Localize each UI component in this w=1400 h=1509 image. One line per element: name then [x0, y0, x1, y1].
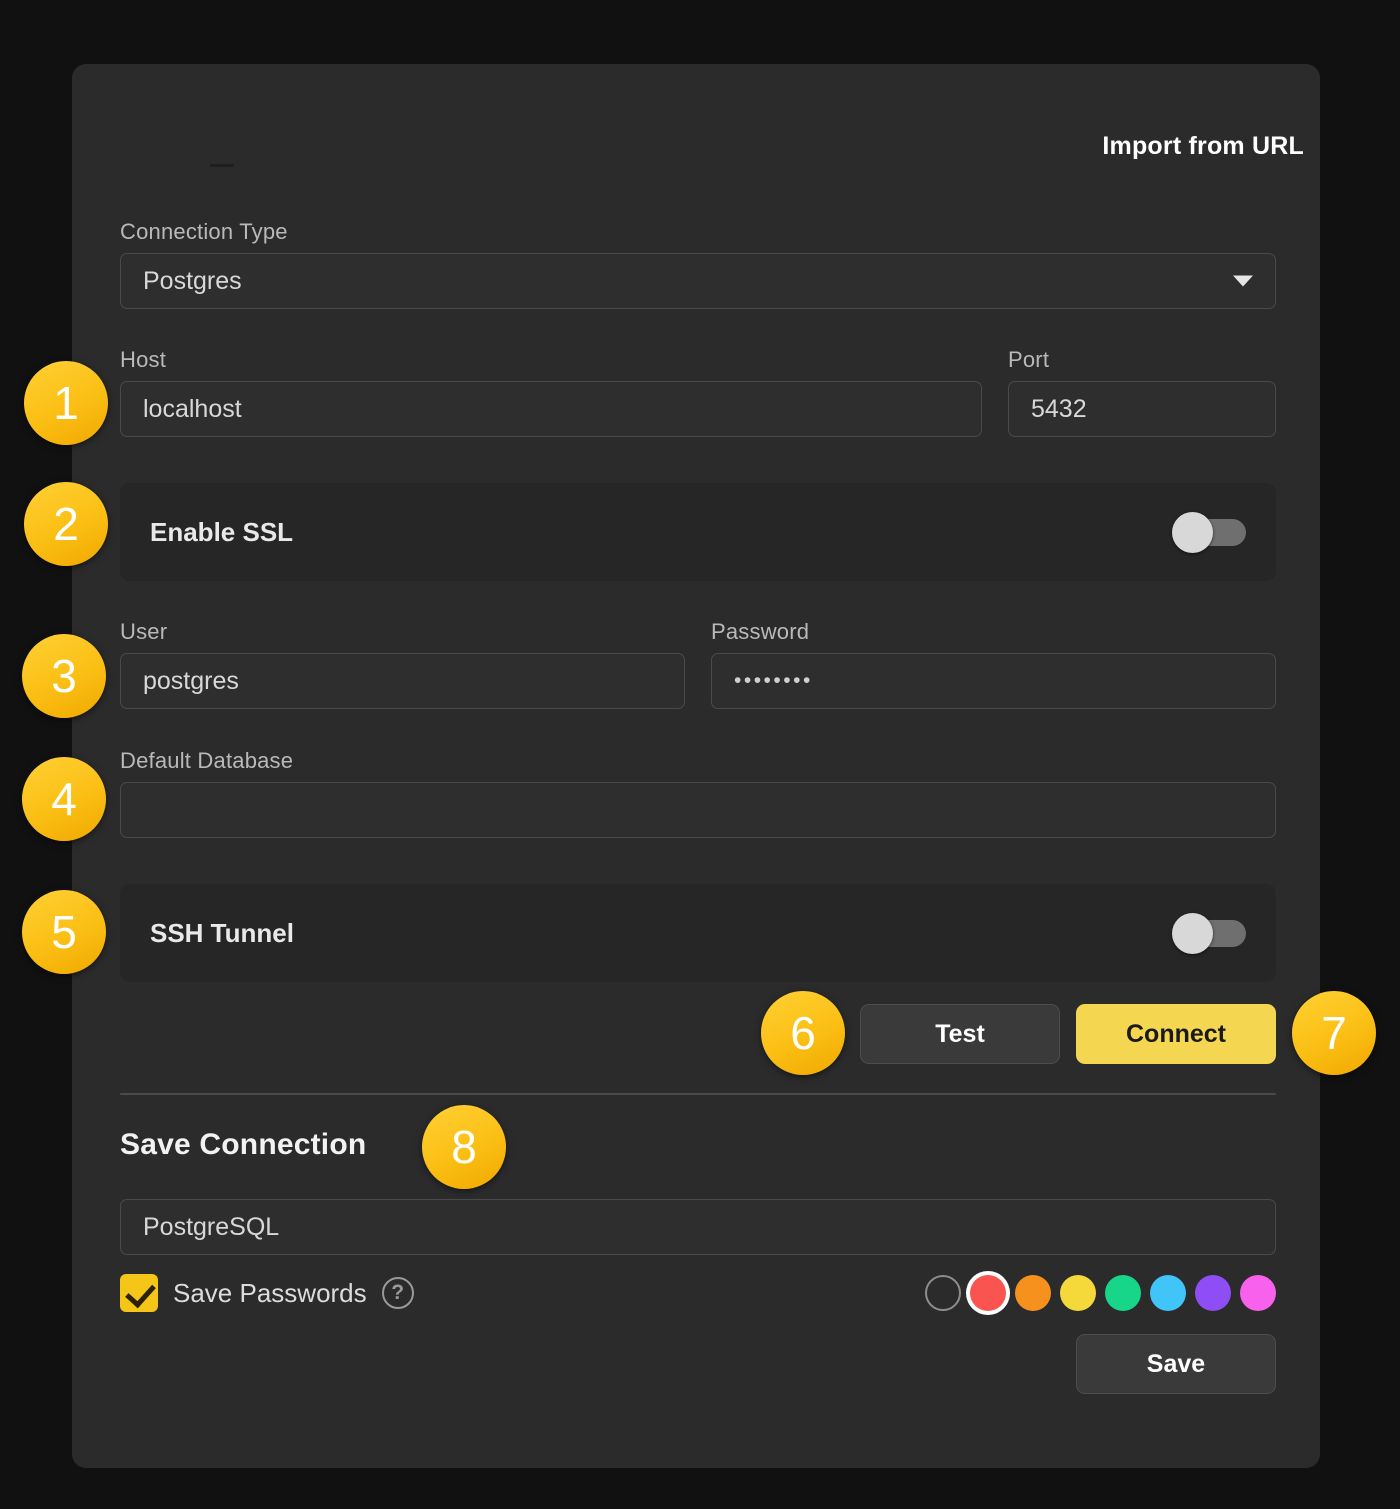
annotation-badge-1: 1 [24, 361, 108, 445]
annotation-badge-7: 7 [1292, 991, 1376, 1075]
default-database-input[interactable] [120, 782, 1276, 838]
color-swatch-none[interactable] [925, 1275, 961, 1311]
color-swatch-red[interactable] [970, 1275, 1006, 1311]
connection-name-field: PostgreSQL [120, 1199, 1276, 1255]
default-database-field: Default Database [120, 748, 1276, 838]
password-input[interactable]: •••••••• [711, 653, 1276, 709]
port-value: 5432 [1031, 394, 1087, 423]
import-from-url-link[interactable]: Import from URL [1102, 132, 1304, 161]
section-divider [120, 1093, 1276, 1095]
user-password-row: User postgres Password •••••••• [120, 619, 1276, 709]
connection-type-label: Connection Type [120, 219, 288, 244]
save-button[interactable]: Save [1076, 1334, 1276, 1394]
user-label: User [120, 619, 168, 644]
port-label: Port [1008, 347, 1050, 372]
chevron-down-icon [1233, 275, 1253, 287]
ssh-tunnel-toggle-row[interactable]: SSH Tunnel [120, 884, 1276, 982]
host-value: localhost [143, 394, 242, 423]
annotation-badge-3: 3 [22, 634, 106, 718]
color-swatch-purple[interactable] [1195, 1275, 1231, 1311]
screen: Import from URL Connection Type Postgres… [0, 0, 1400, 1509]
host-field: Host localhost [120, 347, 982, 437]
host-port-row: Host localhost Port 5432 [120, 347, 1276, 437]
connection-name-input[interactable]: PostgreSQL [120, 1199, 1276, 1255]
password-label: Password [711, 619, 810, 644]
color-swatch-magenta[interactable] [1240, 1275, 1276, 1311]
user-input[interactable]: postgres [120, 653, 685, 709]
password-value: •••••••• [734, 669, 813, 692]
connect-button[interactable]: Connect [1076, 1004, 1276, 1064]
save-connection-title: Save Connection [120, 1128, 367, 1161]
host-input[interactable]: localhost [120, 381, 982, 437]
port-field: Port 5432 [1008, 347, 1276, 437]
ssh-tunnel-row: SSH Tunnel [120, 884, 1276, 982]
test-button[interactable]: Test [860, 1004, 1060, 1064]
save-passwords-group: Save Passwords ? [120, 1274, 414, 1312]
enable-ssl-label: Enable SSL [150, 516, 294, 547]
question-mark-icon[interactable]: ? [381, 1277, 414, 1309]
connection-name-value: PostgreSQL [143, 1212, 280, 1241]
annotation-badge-8: 8 [422, 1105, 506, 1189]
toggle-knob [1172, 512, 1213, 553]
port-input[interactable]: 5432 [1008, 381, 1276, 437]
enable-ssl-row: Enable SSL [120, 483, 1276, 581]
save-connection-header: Save Connection [120, 1128, 1276, 1162]
connection-type-field: Connection Type Postgres [120, 219, 1276, 309]
password-field: Password •••••••• [711, 619, 1276, 709]
annotation-badge-6: 6 [761, 991, 845, 1075]
connection-type-value: Postgres [143, 266, 242, 295]
default-database-label: Default Database [120, 748, 294, 773]
annotation-badge-4: 4 [22, 757, 106, 841]
user-field: User postgres [120, 619, 685, 709]
color-swatch-green[interactable] [1105, 1275, 1141, 1311]
annotation-badge-5: 5 [22, 890, 106, 974]
annotation-badge-2: 2 [24, 482, 108, 566]
user-value: postgres [143, 666, 239, 695]
color-swatch-orange[interactable] [1015, 1275, 1051, 1311]
connection-type-select[interactable]: Postgres [120, 253, 1276, 309]
ssh-tunnel-label: SSH Tunnel [150, 917, 294, 948]
toggle-knob [1172, 913, 1213, 954]
action-buttons-row: Test Connect [120, 1004, 1276, 1064]
save-passwords-checkbox[interactable] [120, 1274, 158, 1312]
enable-ssl-toggle[interactable] [1172, 512, 1246, 553]
host-label: Host [120, 347, 167, 372]
color-swatch-picker [925, 1275, 1276, 1311]
connection-dialog-panel: Import from URL Connection Type Postgres… [72, 64, 1320, 1468]
ssh-tunnel-toggle[interactable] [1172, 913, 1246, 954]
decorative-mark [210, 164, 234, 167]
enable-ssl-toggle-row[interactable]: Enable SSL [120, 483, 1276, 581]
color-swatch-cyan[interactable] [1150, 1275, 1186, 1311]
save-button-row: Save [120, 1334, 1276, 1394]
save-passwords-label: Save Passwords [173, 1277, 367, 1308]
color-swatch-yellow[interactable] [1060, 1275, 1096, 1311]
save-passwords-row: Save Passwords ? [120, 1274, 1276, 1312]
